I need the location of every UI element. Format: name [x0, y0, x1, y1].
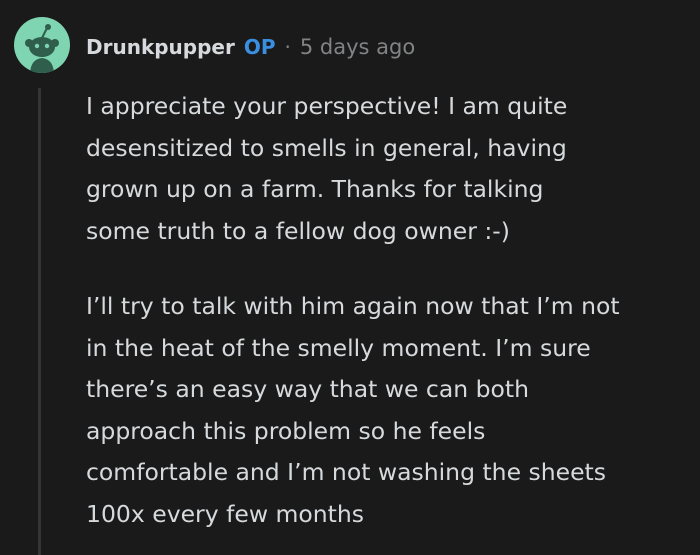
thread-collapse-line[interactable]: [38, 88, 41, 555]
comment-line: grown up on a farm. Thanks for talking: [86, 175, 544, 203]
op-badge: OP: [243, 35, 276, 59]
comment-line: comfortable and I’m not washing the shee…: [86, 458, 607, 486]
comment-line: I appreciate your perspective! I am quit…: [86, 92, 568, 120]
snoo-avatar-icon[interactable]: [14, 17, 70, 73]
comment-line: 100x every few months: [86, 499, 365, 528]
comment: Drunkpupper OP · 5 days ago I appreciate…: [0, 0, 700, 555]
username-link[interactable]: Drunkpupper: [86, 35, 235, 59]
meta-separator: ·: [284, 35, 291, 59]
comment-timestamp[interactable]: 5 days ago: [300, 35, 415, 59]
comment-line: there’s an easy way that we can both: [86, 375, 530, 403]
comment-line: approach this problem so he feels: [86, 416, 486, 445]
comment-line: in the heat of the smelly moment. I’m su…: [86, 333, 591, 362]
comment-line: some truth to a fellow dog owner :-): [86, 216, 510, 245]
comment-header: Drunkpupper OP · 5 days ago: [86, 30, 415, 64]
comment-paragraph-2: I’ll try to talk with him again now that…: [86, 286, 686, 535]
comment-paragraph-1: I appreciate your perspective! I am quit…: [86, 86, 686, 252]
comment-line: I’ll try to talk with him again now that…: [86, 292, 620, 320]
comment-body: I appreciate your perspective! I am quit…: [86, 86, 686, 535]
comment-line: desensitized to smells in general, havin…: [86, 133, 567, 162]
